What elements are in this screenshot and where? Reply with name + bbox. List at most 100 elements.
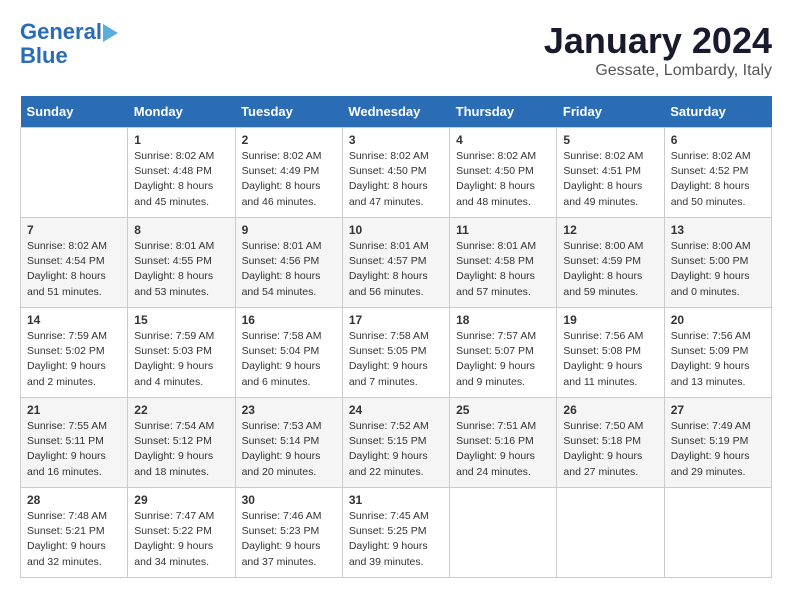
daylight-text: Daylight: 8 hours and 59 minutes. xyxy=(563,270,642,297)
calendar-cell: 30 Sunrise: 7:46 AM Sunset: 5:23 PM Dayl… xyxy=(235,488,342,578)
daylight-text: Daylight: 9 hours and 6 minutes. xyxy=(242,360,321,387)
daylight-text: Daylight: 8 hours and 54 minutes. xyxy=(242,270,321,297)
daylight-text: Daylight: 9 hours and 18 minutes. xyxy=(134,450,213,477)
week-row-1: 1 Sunrise: 8:02 AM Sunset: 4:48 PM Dayli… xyxy=(21,128,772,218)
day-number: 8 xyxy=(134,223,228,237)
cell-content: Sunrise: 7:56 AM Sunset: 5:09 PM Dayligh… xyxy=(671,329,765,390)
day-number: 5 xyxy=(563,133,657,147)
day-number: 14 xyxy=(27,313,121,327)
sunrise-text: Sunrise: 7:49 AM xyxy=(671,420,751,432)
column-header-saturday: Saturday xyxy=(664,96,771,128)
sunset-text: Sunset: 4:58 PM xyxy=(456,255,534,267)
sunset-text: Sunset: 4:54 PM xyxy=(27,255,105,267)
daylight-text: Daylight: 8 hours and 45 minutes. xyxy=(134,180,213,207)
daylight-text: Daylight: 9 hours and 7 minutes. xyxy=(349,360,428,387)
sunrise-text: Sunrise: 7:57 AM xyxy=(456,330,536,342)
day-number: 28 xyxy=(27,493,121,507)
sunset-text: Sunset: 4:50 PM xyxy=(349,165,427,177)
calendar-cell: 2 Sunrise: 8:02 AM Sunset: 4:49 PM Dayli… xyxy=(235,128,342,218)
sunrise-text: Sunrise: 8:01 AM xyxy=(134,240,214,252)
calendar-cell: 12 Sunrise: 8:00 AM Sunset: 4:59 PM Dayl… xyxy=(557,218,664,308)
calendar-cell: 20 Sunrise: 7:56 AM Sunset: 5:09 PM Dayl… xyxy=(664,308,771,398)
daylight-text: Daylight: 8 hours and 47 minutes. xyxy=(349,180,428,207)
day-number: 9 xyxy=(242,223,336,237)
daylight-text: Daylight: 8 hours and 49 minutes. xyxy=(563,180,642,207)
daylight-text: Daylight: 9 hours and 0 minutes. xyxy=(671,270,750,297)
day-number: 7 xyxy=(27,223,121,237)
day-number: 25 xyxy=(456,403,550,417)
calendar-cell: 23 Sunrise: 7:53 AM Sunset: 5:14 PM Dayl… xyxy=(235,398,342,488)
cell-content: Sunrise: 7:52 AM Sunset: 5:15 PM Dayligh… xyxy=(349,419,443,480)
cell-content: Sunrise: 8:00 AM Sunset: 4:59 PM Dayligh… xyxy=(563,239,657,300)
page-title: January 2024 xyxy=(544,20,772,62)
daylight-text: Daylight: 9 hours and 27 minutes. xyxy=(563,450,642,477)
column-header-thursday: Thursday xyxy=(450,96,557,128)
sunrise-text: Sunrise: 7:53 AM xyxy=(242,420,322,432)
sunset-text: Sunset: 5:18 PM xyxy=(563,435,641,447)
daylight-text: Daylight: 8 hours and 46 minutes. xyxy=(242,180,321,207)
calendar-cell: 21 Sunrise: 7:55 AM Sunset: 5:11 PM Dayl… xyxy=(21,398,128,488)
sunset-text: Sunset: 5:05 PM xyxy=(349,345,427,357)
page-header: GeneralBlue January 2024 Gessate, Lombar… xyxy=(20,20,772,80)
daylight-text: Daylight: 8 hours and 50 minutes. xyxy=(671,180,750,207)
sunrise-text: Sunrise: 8:02 AM xyxy=(671,150,751,162)
calendar-cell: 27 Sunrise: 7:49 AM Sunset: 5:19 PM Dayl… xyxy=(664,398,771,488)
day-number: 29 xyxy=(134,493,228,507)
sunset-text: Sunset: 5:09 PM xyxy=(671,345,749,357)
day-number: 6 xyxy=(671,133,765,147)
day-number: 19 xyxy=(563,313,657,327)
daylight-text: Daylight: 9 hours and 16 minutes. xyxy=(27,450,106,477)
column-header-friday: Friday xyxy=(557,96,664,128)
sunrise-text: Sunrise: 8:02 AM xyxy=(349,150,429,162)
column-header-sunday: Sunday xyxy=(21,96,128,128)
title-block: January 2024 Gessate, Lombardy, Italy xyxy=(544,20,772,80)
calendar-cell: 19 Sunrise: 7:56 AM Sunset: 5:08 PM Dayl… xyxy=(557,308,664,398)
day-number: 15 xyxy=(134,313,228,327)
sunrise-text: Sunrise: 7:45 AM xyxy=(349,510,429,522)
day-number: 31 xyxy=(349,493,443,507)
cell-content: Sunrise: 8:02 AM Sunset: 4:48 PM Dayligh… xyxy=(134,149,228,210)
cell-content: Sunrise: 7:49 AM Sunset: 5:19 PM Dayligh… xyxy=(671,419,765,480)
column-header-wednesday: Wednesday xyxy=(342,96,449,128)
sunset-text: Sunset: 5:04 PM xyxy=(242,345,320,357)
calendar-cell xyxy=(450,488,557,578)
day-number: 3 xyxy=(349,133,443,147)
calendar-cell: 14 Sunrise: 7:59 AM Sunset: 5:02 PM Dayl… xyxy=(21,308,128,398)
day-number: 13 xyxy=(671,223,765,237)
calendar-cell: 5 Sunrise: 8:02 AM Sunset: 4:51 PM Dayli… xyxy=(557,128,664,218)
calendar-cell: 22 Sunrise: 7:54 AM Sunset: 5:12 PM Dayl… xyxy=(128,398,235,488)
sunrise-text: Sunrise: 7:51 AM xyxy=(456,420,536,432)
cell-content: Sunrise: 7:55 AM Sunset: 5:11 PM Dayligh… xyxy=(27,419,121,480)
calendar-cell: 26 Sunrise: 7:50 AM Sunset: 5:18 PM Dayl… xyxy=(557,398,664,488)
cell-content: Sunrise: 7:59 AM Sunset: 5:02 PM Dayligh… xyxy=(27,329,121,390)
calendar-cell: 15 Sunrise: 7:59 AM Sunset: 5:03 PM Dayl… xyxy=(128,308,235,398)
cell-content: Sunrise: 7:57 AM Sunset: 5:07 PM Dayligh… xyxy=(456,329,550,390)
sunset-text: Sunset: 5:12 PM xyxy=(134,435,212,447)
sunset-text: Sunset: 4:57 PM xyxy=(349,255,427,267)
sunset-text: Sunset: 4:50 PM xyxy=(456,165,534,177)
cell-content: Sunrise: 8:01 AM Sunset: 4:57 PM Dayligh… xyxy=(349,239,443,300)
sunrise-text: Sunrise: 7:58 AM xyxy=(242,330,322,342)
calendar-cell: 1 Sunrise: 8:02 AM Sunset: 4:48 PM Dayli… xyxy=(128,128,235,218)
cell-content: Sunrise: 8:02 AM Sunset: 4:49 PM Dayligh… xyxy=(242,149,336,210)
week-row-4: 21 Sunrise: 7:55 AM Sunset: 5:11 PM Dayl… xyxy=(21,398,772,488)
week-row-2: 7 Sunrise: 8:02 AM Sunset: 4:54 PM Dayli… xyxy=(21,218,772,308)
daylight-text: Daylight: 9 hours and 11 minutes. xyxy=(563,360,642,387)
sunset-text: Sunset: 5:03 PM xyxy=(134,345,212,357)
day-number: 27 xyxy=(671,403,765,417)
sunset-text: Sunset: 5:25 PM xyxy=(349,525,427,537)
day-number: 4 xyxy=(456,133,550,147)
calendar-cell: 29 Sunrise: 7:47 AM Sunset: 5:22 PM Dayl… xyxy=(128,488,235,578)
sunrise-text: Sunrise: 7:56 AM xyxy=(563,330,643,342)
sunrise-text: Sunrise: 7:59 AM xyxy=(27,330,107,342)
cell-content: Sunrise: 7:56 AM Sunset: 5:08 PM Dayligh… xyxy=(563,329,657,390)
cell-content: Sunrise: 7:48 AM Sunset: 5:21 PM Dayligh… xyxy=(27,509,121,570)
daylight-text: Daylight: 8 hours and 48 minutes. xyxy=(456,180,535,207)
sunset-text: Sunset: 5:16 PM xyxy=(456,435,534,447)
cell-content: Sunrise: 8:02 AM Sunset: 4:50 PM Dayligh… xyxy=(349,149,443,210)
daylight-text: Daylight: 9 hours and 37 minutes. xyxy=(242,540,321,567)
cell-content: Sunrise: 7:53 AM Sunset: 5:14 PM Dayligh… xyxy=(242,419,336,480)
day-number: 23 xyxy=(242,403,336,417)
daylight-text: Daylight: 8 hours and 57 minutes. xyxy=(456,270,535,297)
calendar-cell: 18 Sunrise: 7:57 AM Sunset: 5:07 PM Dayl… xyxy=(450,308,557,398)
